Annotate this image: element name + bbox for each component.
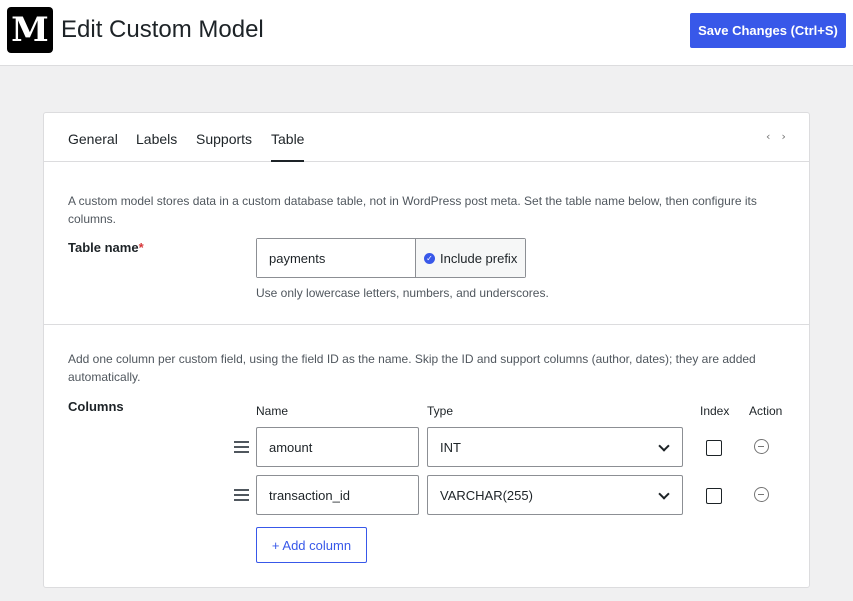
remove-circle-icon[interactable] xyxy=(754,439,769,454)
table-name-label: Table name* xyxy=(68,240,144,255)
tab-general[interactable]: General xyxy=(68,131,118,147)
column-header-name: Name xyxy=(256,404,289,418)
include-prefix-label: Include prefix xyxy=(440,250,518,266)
tab-table[interactable]: Table xyxy=(271,131,305,162)
column-type-value: INT xyxy=(440,439,461,455)
chevron-down-icon xyxy=(658,440,670,452)
chevron-down-icon xyxy=(658,488,670,500)
columns-label: Columns xyxy=(68,399,124,414)
column-name-input[interactable] xyxy=(256,427,419,467)
code-view-icon[interactable]: ‹ › xyxy=(765,130,788,143)
add-column-button[interactable]: + Add column xyxy=(256,527,367,563)
column-row: VARCHAR(255) xyxy=(44,475,809,515)
include-prefix-toggle[interactable]: ✓ Include prefix xyxy=(415,239,525,277)
column-header-index: Index xyxy=(700,404,730,418)
column-header-action: Action xyxy=(749,404,783,418)
page-title: Edit Custom Model xyxy=(61,16,264,43)
top-bar: M Edit Custom Model Save Changes (Ctrl+S… xyxy=(0,0,853,66)
column-type-select[interactable]: INT xyxy=(427,427,683,467)
tab-supports[interactable]: Supports xyxy=(196,131,252,147)
drag-handle-icon[interactable] xyxy=(234,489,249,501)
column-header-type: Type xyxy=(427,404,454,418)
table-name-group: ✓ Include prefix xyxy=(256,238,526,278)
required-mark: * xyxy=(138,240,144,255)
section-divider xyxy=(44,324,809,325)
app-logo: M xyxy=(7,7,53,53)
column-type-select[interactable]: VARCHAR(255) xyxy=(427,475,683,515)
settings-card: General Labels Supports Table ‹ › A cust… xyxy=(43,112,810,588)
column-type-value: VARCHAR(255) xyxy=(440,487,533,503)
logo-letter: M xyxy=(11,10,49,50)
columns-description: Add one column per custom field, using t… xyxy=(68,352,756,384)
tab-labels[interactable]: Labels xyxy=(136,131,177,147)
remove-circle-icon[interactable] xyxy=(754,487,769,502)
table-description: A custom model stores data in a custom d… xyxy=(68,194,757,226)
drag-handle-icon[interactable] xyxy=(234,441,249,453)
column-name-input[interactable] xyxy=(256,475,419,515)
table-name-input[interactable] xyxy=(257,239,415,277)
index-checkbox[interactable] xyxy=(706,488,722,504)
save-changes-button[interactable]: Save Changes (Ctrl+S) xyxy=(690,13,846,48)
tab-bar: General Labels Supports Table ‹ › xyxy=(44,113,809,162)
check-circle-icon: ✓ xyxy=(424,252,435,264)
index-checkbox[interactable] xyxy=(706,440,722,456)
column-row: INT xyxy=(44,427,809,467)
table-name-help: Use only lowercase letters, numbers, and… xyxy=(256,286,549,300)
